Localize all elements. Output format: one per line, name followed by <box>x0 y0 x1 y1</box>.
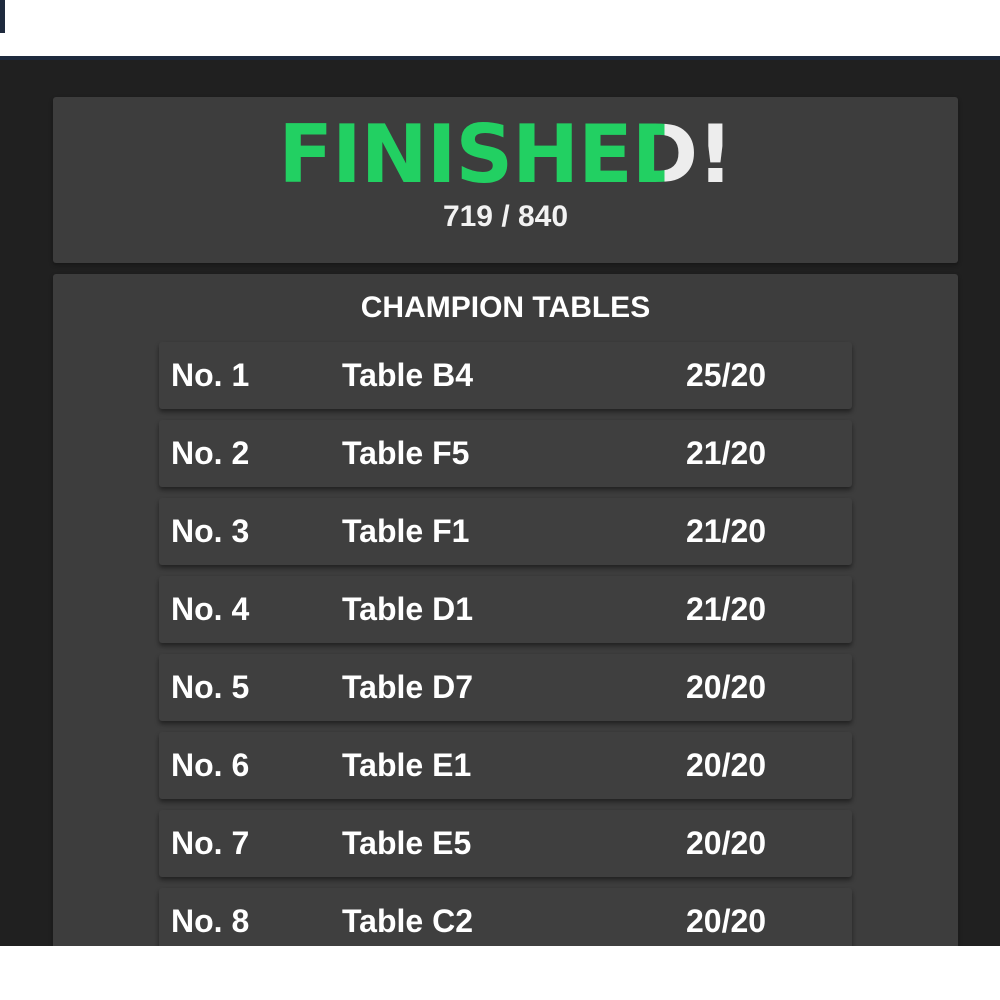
champion-tables-title: CHAMPION TABLES <box>360 291 651 324</box>
finished-heading-split-letter: D <box>631 108 698 201</box>
champion-row[interactable]: No. 5 Table D7 20/20 <box>159 654 852 721</box>
row-rank: No. 5 <box>171 669 250 705</box>
edge-marker <box>0 0 5 33</box>
row-table-name: Table F1 <box>342 513 470 549</box>
results-screen: FINISHED! 719 / 840 CHAMPION TABLES No. … <box>0 60 1000 946</box>
champion-row[interactable]: No. 1 Table B4 25/20 <box>159 342 852 409</box>
row-score: 21/20 <box>686 513 767 549</box>
finished-heading: FINISHED! <box>53 109 958 201</box>
row-table-name: Table F5 <box>342 435 470 471</box>
champion-row[interactable]: No. 2 Table F5 21/20 <box>159 420 852 487</box>
finished-heading-green-part: FINISHE <box>278 108 632 201</box>
row-table-name: Table D7 <box>342 669 473 705</box>
row-rank: No. 6 <box>171 747 250 783</box>
champion-row[interactable]: No. 6 Table E1 20/20 <box>159 732 852 799</box>
row-rank: No. 7 <box>171 825 250 861</box>
champion-row[interactable]: No. 8 Table C2 20/20 <box>159 888 852 946</box>
finished-panel: FINISHED! 719 / 840 <box>53 97 958 263</box>
finished-heading-exclamation: ! <box>697 108 733 201</box>
row-score: 20/20 <box>686 903 767 939</box>
row-rank: No. 4 <box>171 591 250 627</box>
champion-tables-panel: CHAMPION TABLES No. 1 Table B4 25/20 No.… <box>53 274 958 946</box>
row-rank: No. 8 <box>171 903 250 939</box>
row-rank: No. 1 <box>171 357 250 393</box>
row-table-name: Table D1 <box>342 591 473 627</box>
total-score: 719 / 840 <box>442 200 569 233</box>
top-browser-strip <box>0 0 1000 60</box>
row-table-name: Table B4 <box>342 357 473 393</box>
row-score: 21/20 <box>686 435 767 471</box>
row-table-name: Table E1 <box>342 747 472 783</box>
champion-row[interactable]: No. 7 Table E5 20/20 <box>159 810 852 877</box>
row-score: 21/20 <box>686 591 767 627</box>
champion-row[interactable]: No. 4 Table D1 21/20 <box>159 576 852 643</box>
champion-row[interactable]: No. 3 Table F1 21/20 <box>159 498 852 565</box>
row-table-name: Table E5 <box>342 825 472 861</box>
row-rank: No. 3 <box>171 513 250 549</box>
bottom-blank-area <box>0 946 1000 1000</box>
row-table-name: Table C2 <box>342 903 473 939</box>
row-rank: No. 2 <box>171 435 250 471</box>
row-score: 20/20 <box>686 825 767 861</box>
row-score: 20/20 <box>686 747 767 783</box>
row-score: 20/20 <box>686 669 767 705</box>
row-score: 25/20 <box>686 357 767 393</box>
